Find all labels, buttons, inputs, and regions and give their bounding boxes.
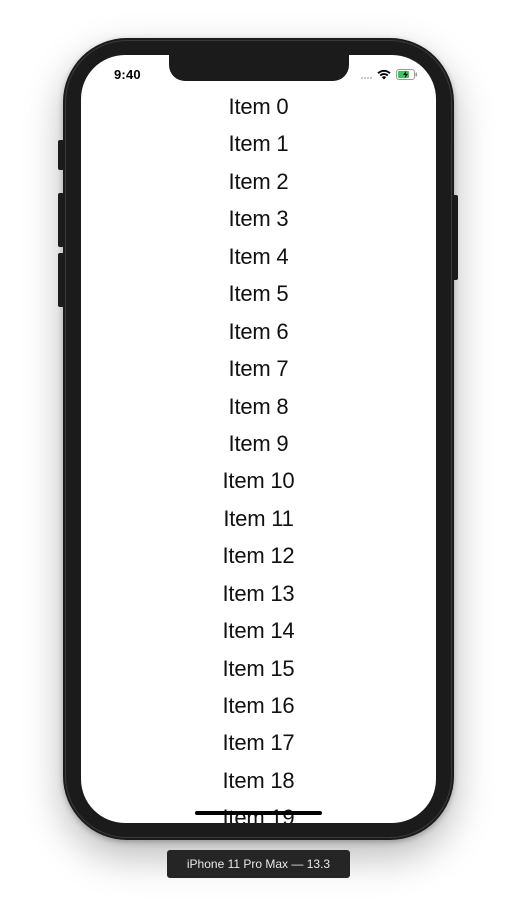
- list-item[interactable]: Item 14: [81, 612, 436, 649]
- list-item[interactable]: Item 11: [81, 500, 436, 537]
- notch: [169, 55, 349, 81]
- list-item[interactable]: Item 18: [81, 762, 436, 799]
- list-item[interactable]: Item 3: [81, 200, 436, 237]
- list-item[interactable]: Item 12: [81, 537, 436, 574]
- list-item[interactable]: Item 6: [81, 313, 436, 350]
- list-item[interactable]: Item 9: [81, 425, 436, 462]
- list-item[interactable]: Item 10: [81, 462, 436, 499]
- list-item[interactable]: Item 5: [81, 275, 436, 312]
- list-item[interactable]: Item 4: [81, 238, 436, 275]
- list-item[interactable]: Item 13: [81, 575, 436, 612]
- list-item[interactable]: Item 7: [81, 350, 436, 387]
- list-item[interactable]: Item 15: [81, 650, 436, 687]
- list-item[interactable]: Item 17: [81, 724, 436, 761]
- list-item[interactable]: Item 8: [81, 388, 436, 425]
- status-time: 9:40: [114, 67, 141, 82]
- simulator-device-label: iPhone 11 Pro Max — 13.3: [167, 850, 350, 878]
- simulator-window: 9:40 Item 0 Item 1 Item 2 Item 3 Item 4 …: [0, 0, 517, 914]
- item-list[interactable]: Item 0 Item 1 Item 2 Item 3 Item 4 Item 5 Item…: [81, 88, 436, 823]
- list-item[interactable]: Item 2: [81, 163, 436, 200]
- list-item[interactable]: Item 16: [81, 687, 436, 724]
- device-screen: 9:40 Item 0 Item 1 Item 2 Item 3 Item 4 …: [81, 55, 436, 823]
- cellular-signal-icon: [361, 69, 372, 79]
- list-item[interactable]: Item 0: [81, 88, 436, 125]
- battery-charging-icon: [396, 68, 418, 80]
- status-icons: [361, 68, 418, 80]
- list-item[interactable]: Item 1: [81, 125, 436, 162]
- home-indicator[interactable]: [195, 811, 322, 815]
- wifi-icon: [377, 69, 391, 80]
